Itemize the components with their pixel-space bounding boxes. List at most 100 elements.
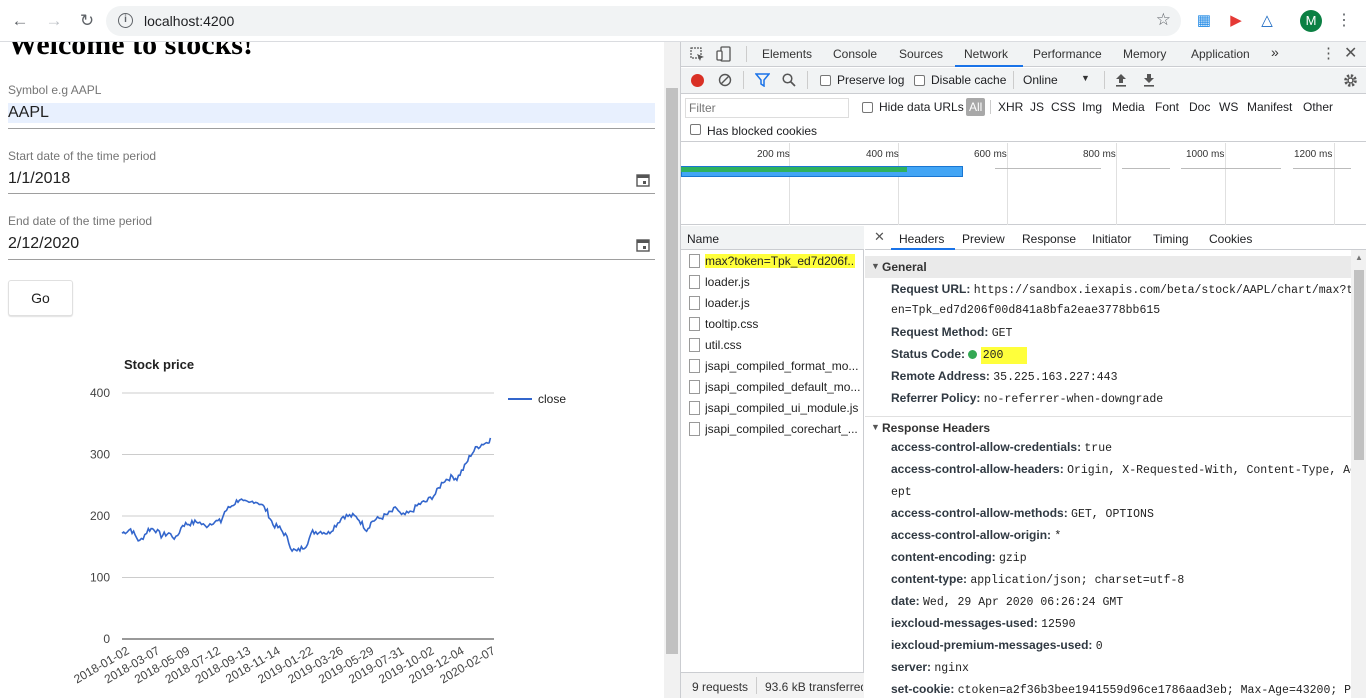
- clear-icon[interactable]: [718, 73, 732, 87]
- response-header-row: iexcloud-messages-used: 12590: [891, 616, 1076, 631]
- windows-extension-icon[interactable]: ▦: [1194, 11, 1214, 31]
- request-row[interactable]: jsapi_compiled_default_mo...: [681, 377, 864, 398]
- tab-performance[interactable]: Performance: [1033, 47, 1102, 61]
- end-date-input[interactable]: 2/12/2020: [8, 234, 655, 254]
- filter-type-font[interactable]: Font: [1155, 100, 1179, 114]
- filter-type-xhr[interactable]: XHR: [998, 100, 1023, 114]
- page-scrollbar-thumb[interactable]: [666, 88, 678, 654]
- url-text[interactable]: localhost:4200: [144, 13, 234, 29]
- filter-type-js[interactable]: JS: [1030, 100, 1044, 114]
- network-filter-bar: Hide data URLs All XHR JS CSS Img Media …: [681, 95, 1366, 142]
- request-row[interactable]: jsapi_compiled_corechart_...: [681, 419, 864, 440]
- timeline-tick: 800 ms: [1083, 149, 1116, 160]
- tab-application[interactable]: Application: [1191, 47, 1250, 61]
- active-tab-indicator: [955, 65, 1023, 67]
- request-url-key: Request URL:: [891, 282, 971, 296]
- network-overview-timeline[interactable]: 200 ms 400 ms 600 ms 800 ms 1000 ms 1200…: [681, 143, 1366, 225]
- import-har-icon[interactable]: [1115, 73, 1127, 87]
- toolbar-divider: [1013, 71, 1014, 89]
- forward-arrow-icon[interactable]: →: [42, 9, 66, 33]
- request-row[interactable]: max?token=Tpk_ed7d206f...: [681, 251, 864, 272]
- name-column-header[interactable]: Name: [681, 226, 864, 250]
- disable-cache-checkbox[interactable]: [914, 75, 925, 86]
- tab-headers[interactable]: Headers: [899, 232, 944, 246]
- inspect-element-icon[interactable]: [690, 47, 705, 62]
- filter-type-media[interactable]: Media: [1112, 100, 1145, 114]
- page-scrollbar[interactable]: [664, 42, 680, 698]
- filter-type-all[interactable]: All: [966, 98, 986, 116]
- file-icon: [689, 422, 700, 436]
- filter-type-css[interactable]: CSS: [1051, 100, 1076, 114]
- bookmark-star-icon[interactable]: ☆: [1156, 10, 1171, 30]
- calendar-icon[interactable]: [636, 173, 650, 187]
- tab-preview[interactable]: Preview: [962, 232, 1005, 246]
- request-row[interactable]: loader.js: [681, 272, 864, 293]
- general-section-header[interactable]: ▼ General: [865, 256, 1351, 278]
- filter-type-manifest[interactable]: Manifest: [1247, 100, 1292, 114]
- request-url-value-cont: en=Tpk_ed7d206f00d841a8bfa2eae3778bb615: [891, 304, 1161, 317]
- close-devtools-icon[interactable]: ✕: [1344, 43, 1357, 63]
- cast-extension-icon[interactable]: ▶: [1226, 11, 1246, 31]
- tab-network[interactable]: Network: [964, 47, 1008, 61]
- device-toolbar-icon[interactable]: [716, 46, 732, 62]
- response-header-row: iexcloud-premium-messages-used: 0: [891, 638, 1103, 653]
- devtools-menu-icon[interactable]: ⋮: [1321, 44, 1336, 62]
- profile-avatar[interactable]: M: [1300, 10, 1322, 32]
- throttle-dropdown-icon[interactable]: ▼: [1081, 73, 1090, 83]
- tab-sources[interactable]: Sources: [899, 47, 943, 61]
- file-icon: [689, 359, 700, 373]
- request-row[interactable]: tooltip.css: [681, 314, 864, 335]
- request-row[interactable]: util.css: [681, 335, 864, 356]
- start-date-input[interactable]: 1/1/2018: [8, 169, 655, 189]
- symbol-input[interactable]: AAPL: [8, 103, 655, 123]
- devtools-tabbar: Elements Console Sources Network Perform…: [681, 42, 1366, 67]
- timeline-segment: [995, 168, 1101, 169]
- file-icon: [689, 317, 700, 331]
- filter-type-doc[interactable]: Doc: [1189, 100, 1210, 114]
- filter-type-other[interactable]: Other: [1303, 100, 1333, 114]
- footer-divider: [756, 677, 757, 694]
- back-arrow-icon[interactable]: ←: [8, 9, 32, 33]
- tab-response[interactable]: Response: [1022, 232, 1076, 246]
- browser-toolbar: ← → ↻ i localhost:4200 ☆ ▦ ▶ △ M ⋮: [0, 0, 1366, 42]
- close-detail-icon[interactable]: ✕: [874, 229, 885, 245]
- request-name: loader.js: [705, 275, 750, 289]
- tab-elements[interactable]: Elements: [762, 47, 812, 61]
- tab-cookies[interactable]: Cookies: [1209, 232, 1252, 246]
- remote-address-value: 35.225.163.227:443: [993, 371, 1118, 384]
- export-har-icon[interactable]: [1143, 73, 1155, 87]
- record-icon[interactable]: [691, 74, 704, 87]
- tab-initiator[interactable]: Initiator: [1092, 232, 1131, 246]
- scroll-up-icon[interactable]: ▲: [1355, 253, 1363, 262]
- calendar-icon[interactable]: [636, 238, 650, 252]
- triangle-extension-icon[interactable]: △: [1257, 11, 1277, 31]
- address-bar[interactable]: i localhost:4200 ☆: [106, 6, 1181, 36]
- go-button[interactable]: Go: [8, 280, 73, 316]
- preserve-log-checkbox[interactable]: [820, 75, 831, 86]
- search-icon[interactable]: [782, 73, 796, 87]
- site-info-icon[interactable]: i: [118, 13, 133, 28]
- tab-memory[interactable]: Memory: [1123, 47, 1166, 61]
- filter-input[interactable]: [685, 98, 849, 118]
- filter-type-img[interactable]: Img: [1082, 100, 1102, 114]
- browser-menu-icon[interactable]: ⋮: [1336, 10, 1352, 32]
- settings-gear-icon[interactable]: [1343, 73, 1358, 88]
- request-row[interactable]: jsapi_compiled_ui_module.js: [681, 398, 864, 419]
- tab-console[interactable]: Console: [833, 47, 877, 61]
- filter-funnel-icon[interactable]: [755, 73, 770, 87]
- request-row[interactable]: loader.js: [681, 293, 864, 314]
- request-name: tooltip.css: [705, 317, 759, 331]
- hide-data-urls-checkbox[interactable]: [862, 102, 873, 113]
- throttling-select[interactable]: Online: [1023, 73, 1058, 87]
- response-headers-section-header[interactable]: ▼ Response Headers: [865, 416, 1351, 438]
- end-date-label: End date of the time period: [8, 214, 153, 228]
- detail-scrollbar-thumb[interactable]: [1354, 270, 1364, 460]
- filter-type-ws[interactable]: WS: [1219, 100, 1238, 114]
- blocked-cookies-checkbox[interactable]: [690, 124, 701, 135]
- reload-icon[interactable]: ↻: [75, 9, 99, 33]
- detail-scrollbar[interactable]: ▲: [1351, 250, 1366, 698]
- tab-timing[interactable]: Timing: [1153, 232, 1189, 246]
- more-tabs-icon[interactable]: »: [1271, 44, 1279, 60]
- request-row[interactable]: jsapi_compiled_format_mo...: [681, 356, 864, 377]
- header-value: true: [1084, 442, 1113, 455]
